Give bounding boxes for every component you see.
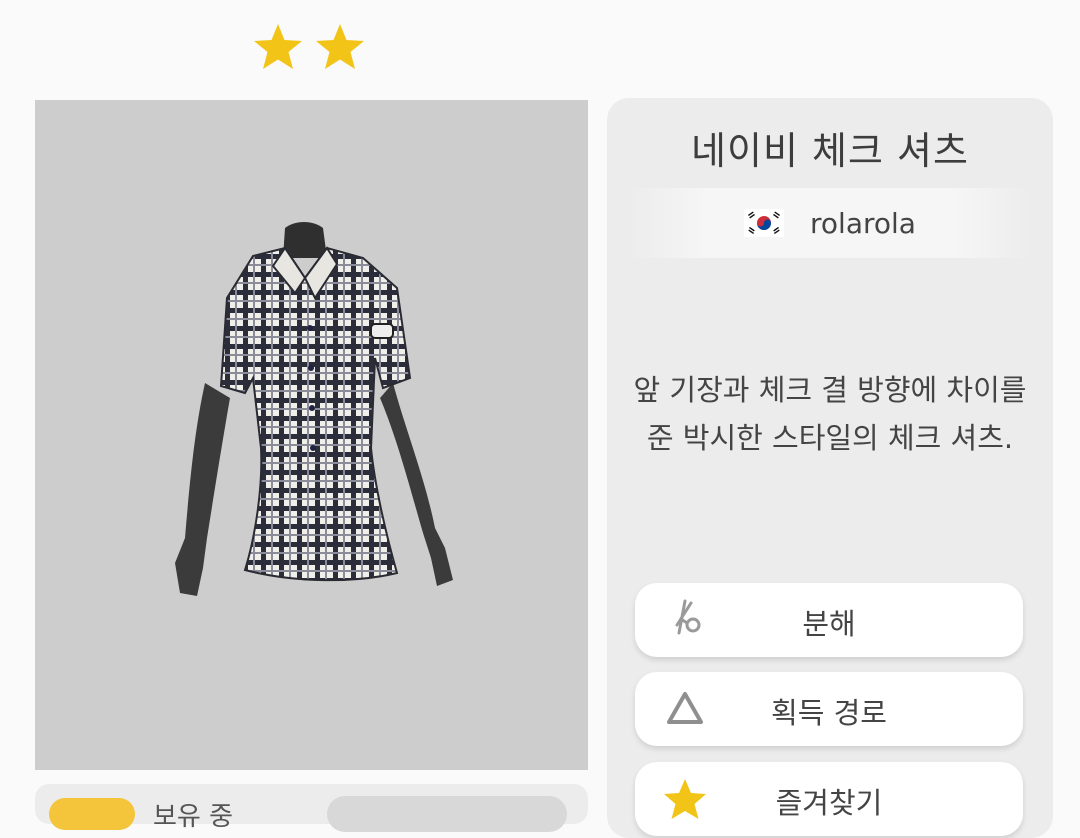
checked-shirt-image — [175, 222, 453, 596]
acquisition-source-button[interactable]: 획득 경로 — [635, 672, 1023, 746]
star-icon — [316, 24, 364, 69]
owned-label: 보유 중 — [153, 802, 234, 832]
rarity-stars — [252, 22, 366, 72]
disassemble-button[interactable]: 분해 — [635, 583, 1023, 657]
acquisition-source-label: 획득 경로 — [771, 696, 887, 730]
favorite-button[interactable]: 즐겨찾기 — [635, 762, 1023, 836]
owned-count-badge — [49, 798, 135, 830]
disassemble-label: 분해 — [802, 607, 856, 641]
bottom-bar: 보유 중 — [35, 784, 588, 832]
bottom-action-pill[interactable] — [327, 796, 567, 832]
item-preview[interactable] — [35, 100, 588, 770]
item-info-panel: 네이비 체크 셔츠 rolarola 앞 기장과 체크 결 방향에 차이를 준 … — [607, 98, 1053, 838]
description-line: 준 박시한 스타일의 체크 셔츠. — [646, 421, 1014, 455]
item-name: 네이비 체크 셔츠 — [691, 129, 969, 173]
creator-name[interactable]: rolarola — [810, 207, 916, 240]
star-icon — [254, 24, 302, 69]
item-description: 앞 기장과 체크 결 방향에 차이를 준 박시한 스타일의 체크 셔츠. — [617, 366, 1043, 462]
description-line: 앞 기장과 체크 결 방향에 차이를 — [633, 373, 1027, 407]
creator-row: rolarola — [627, 188, 1033, 258]
favorite-label: 즐겨찾기 — [775, 786, 883, 820]
korea-flag-icon — [744, 209, 785, 237]
